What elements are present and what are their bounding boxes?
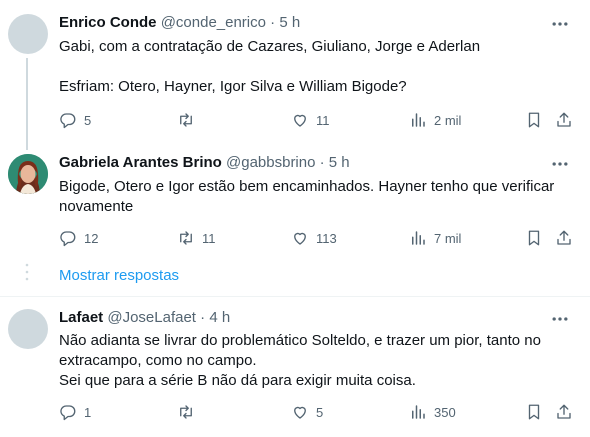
tweet-text: Bigode, Otero e Igor estão bem encaminha… — [59, 178, 555, 215]
tweet-3[interactable]: Lafaet @JoseLafaet · 4 h Não adianta se … — [0, 297, 590, 437]
share-button[interactable] — [555, 228, 573, 248]
like-count: 113 — [316, 230, 337, 246]
tweet-header: Enrico Conde @conde_enrico · 5 h — [59, 13, 300, 33]
share-icon — [557, 404, 571, 419]
reply-count: 12 — [84, 230, 99, 246]
avatar[interactable] — [8, 309, 48, 349]
views-button[interactable]: 7 mil — [409, 228, 461, 248]
author-handle[interactable]: @JoseLafaet — [107, 309, 196, 326]
tweet-text: Gabi, com a contratação de Cazares, Giul… — [59, 38, 481, 95]
like-count: 11 — [316, 112, 330, 128]
reply-count: 1 — [84, 404, 92, 420]
separator-dot: · — [319, 154, 325, 171]
tweet-1[interactable]: Enrico Conde @conde_enrico · 5 h Gabi, c… — [0, 0, 590, 150]
action-bar: 5 11 2 mil — [59, 110, 579, 130]
retweet-icon — [180, 231, 192, 245]
retweet-button[interactable] — [177, 402, 202, 422]
like-icon — [294, 114, 306, 127]
show-replies-link[interactable]: Mostrar respostas — [59, 266, 179, 286]
action-bar: 12 11 113 7 mil — [59, 228, 579, 248]
bookmark-button[interactable] — [525, 228, 543, 248]
author-handle[interactable]: @conde_enrico — [161, 14, 266, 31]
views-count: 2 mil — [434, 112, 462, 128]
author-name[interactable]: Lafaet — [59, 309, 103, 326]
retweet-button[interactable] — [177, 110, 202, 130]
bookmark-button[interactable] — [525, 402, 543, 422]
views-icon — [412, 113, 425, 127]
timestamp[interactable]: 4 h — [209, 309, 230, 326]
like-icon — [294, 232, 306, 245]
bookmark-icon — [528, 404, 540, 420]
share-icon — [557, 230, 571, 245]
like-button[interactable]: 5 — [291, 402, 323, 422]
thread-line — [26, 58, 28, 150]
views-count: 350 — [434, 404, 456, 420]
views-icon — [412, 231, 425, 245]
views-button[interactable]: 350 — [409, 402, 456, 422]
reply-icon — [60, 231, 76, 247]
more-icon[interactable] — [550, 154, 570, 174]
retweet-icon — [180, 113, 192, 127]
author-name[interactable]: Enrico Conde — [59, 14, 157, 31]
reply-icon — [60, 405, 76, 421]
views-icon — [412, 405, 425, 419]
tweet-header: Lafaet @JoseLafaet · 4 h — [59, 308, 230, 328]
share-icon — [557, 112, 571, 127]
reply-button[interactable]: 5 — [59, 110, 91, 130]
timestamp[interactable]: 5 h — [329, 154, 350, 171]
separator-dot: · — [200, 309, 206, 326]
like-count: 5 — [316, 404, 324, 420]
separator-dot: · — [270, 14, 276, 31]
more-icon[interactable] — [550, 14, 570, 34]
reply-button[interactable]: 1 — [59, 402, 91, 422]
bookmark-icon — [528, 112, 540, 128]
bookmark-icon — [528, 230, 540, 246]
tweet-text: Não adianta se livrar do problemático So… — [59, 332, 541, 389]
avatar[interactable] — [8, 154, 48, 194]
action-bar: 1 5 350 — [59, 402, 579, 422]
author-name[interactable]: Gabriela Arantes Brino — [59, 154, 222, 171]
tweet-header: Gabriela Arantes Brino @gabbsbrino · 5 h — [59, 153, 350, 173]
avatar[interactable] — [8, 14, 48, 54]
like-button[interactable]: 11 — [291, 110, 330, 130]
views-count: 7 mil — [434, 230, 462, 246]
retweet-icon — [180, 405, 192, 419]
reply-button[interactable]: 12 — [59, 228, 98, 248]
more-icon[interactable] — [550, 309, 570, 329]
retweet-button[interactable]: 11 — [177, 228, 216, 248]
retweet-count: 11 — [202, 230, 216, 246]
like-icon — [294, 406, 306, 419]
share-button[interactable] — [555, 402, 573, 422]
reply-count: 5 — [84, 112, 92, 128]
like-button[interactable]: 113 — [291, 228, 337, 248]
share-button[interactable] — [555, 110, 573, 130]
reply-icon — [60, 113, 76, 129]
bookmark-button[interactable] — [525, 110, 543, 130]
author-handle[interactable]: @gabbsbrino — [226, 154, 315, 171]
views-button[interactable]: 2 mil — [409, 110, 461, 130]
replies-connector — [25, 263, 29, 281]
timestamp[interactable]: 5 h — [279, 14, 300, 31]
